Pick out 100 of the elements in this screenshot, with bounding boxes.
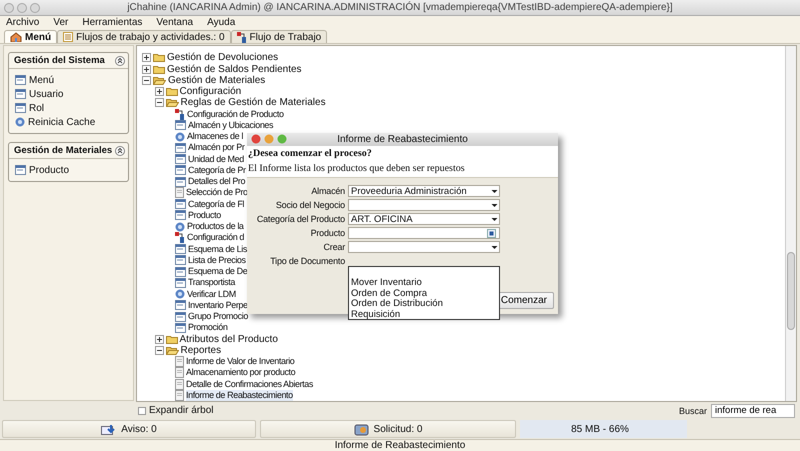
dialog-question: ¿Desea comenzar el proceso? [248, 148, 373, 159]
window-icon [175, 312, 186, 322]
window-icon [15, 89, 26, 99]
folder-item[interactable]: Reglas de Gestión de Materiales [180, 97, 326, 108]
expand-icon[interactable] [154, 87, 164, 96]
window-icon [175, 165, 186, 176]
gear-icon [175, 289, 185, 300]
folder-item[interactable]: Configuración [180, 86, 242, 98]
menu-item[interactable]: Esquema de De [188, 266, 248, 278]
document-icon [175, 187, 184, 198]
menu-item[interactable]: Esquema de Lis [188, 244, 247, 255]
folder-item[interactable]: Gestión de Devoluciones [167, 52, 278, 64]
tab[interactable]: Flujos de trabajo y actividades.: 0 [57, 30, 231, 43]
menu-item[interactable]: Almacén y Ubicaciones [188, 120, 274, 131]
search-field[interactable]: informe de rea [711, 404, 795, 418]
lookup-icon[interactable] [487, 228, 496, 238]
collapse-icon[interactable] [115, 146, 125, 156]
sidebar-item[interactable]: Menú [29, 74, 54, 86]
field-label: Socio del Negocio [274, 200, 345, 210]
menu-item[interactable]: Verificar LDM [187, 288, 236, 300]
window-icon [15, 165, 26, 175]
open-folder-icon [153, 76, 166, 85]
menu-item[interactable]: Promoción [188, 322, 228, 334]
open-folder-icon [166, 98, 178, 108]
field-label: Producto [310, 228, 345, 238]
folder-item[interactable]: Gestión de Saldos Pendientes [167, 64, 302, 75]
menu-item[interactable]: Detalles del Pro [188, 176, 246, 188]
menu-item[interactable]: Informe de Reabastecimiento [186, 390, 293, 401]
list-icon [63, 32, 74, 42]
folder-item[interactable]: Reportes [180, 344, 222, 356]
menu-item[interactable]: Archivo [6, 17, 40, 28]
menu-item[interactable]: Categoría de Pr [188, 164, 246, 176]
menu-item[interactable]: Ayuda [207, 17, 236, 28]
field-label: Categoría del Producto [256, 214, 345, 224]
group-title: Gestión de Materiales [14, 145, 112, 156]
field-label: Almacén [310, 186, 345, 196]
window-icon [15, 103, 26, 113]
menu-item[interactable]: Configuración d [187, 232, 244, 244]
request-icon [354, 422, 370, 436]
expand-icon[interactable] [142, 64, 151, 74]
checkbox[interactable] [138, 406, 146, 415]
dialog-title: Informe de Reabastecimiento [336, 134, 469, 145]
menu-item[interactable]: Transportista [188, 277, 235, 288]
expand-icon[interactable] [154, 334, 164, 344]
menu-item[interactable]: Lista de Precios [188, 254, 246, 266]
menu-item[interactable]: Ventana [156, 17, 194, 28]
lookup-field[interactable] [348, 227, 500, 239]
menu-item[interactable]: Configuración de Producto [187, 108, 284, 120]
menu-item[interactable]: Almacenamiento por producto [186, 367, 296, 378]
tab[interactable]: Menú [4, 30, 58, 43]
menu-item[interactable]: Inventario Perpe [188, 300, 248, 311]
menu-item[interactable]: Detalle de Confirmaciones Abiertas [186, 378, 313, 390]
gear-icon [15, 117, 25, 127]
window-icon [175, 176, 186, 187]
combo-field[interactable] [348, 241, 500, 253]
notice-status[interactable]: Aviso: 0 [2, 420, 256, 438]
folder-item[interactable]: Atributos del Producto [180, 334, 278, 345]
sidebar-item[interactable]: Rol [29, 102, 44, 114]
menu-item[interactable]: Categoría de Fl [188, 198, 244, 210]
menu-item[interactable]: Grupo Promocio [188, 311, 248, 322]
combo-field[interactable]: ART. OFICINA [348, 213, 500, 225]
dropdown-option[interactable]: Requisición [349, 308, 499, 319]
scrollbar[interactable] [785, 46, 796, 402]
combo-field[interactable]: Proveeduria Administración [348, 185, 500, 197]
gear-icon [175, 222, 185, 232]
workflow-icon [175, 232, 185, 244]
window-icon [15, 75, 26, 85]
collapse-icon[interactable] [142, 76, 151, 85]
menu-item[interactable]: Producto [188, 210, 221, 221]
document-icon [175, 356, 184, 368]
dropdown-option[interactable]: Mover Inventario [349, 277, 499, 288]
menu-item[interactable]: Almacén por Pr [188, 142, 244, 154]
collapse-icon[interactable] [154, 346, 164, 355]
menu-item[interactable]: Productos de la [187, 221, 244, 232]
folder-item[interactable]: Gestión de Materiales [168, 74, 266, 86]
tab[interactable]: Flujo de Trabajo [230, 30, 328, 43]
envelope-icon [101, 424, 118, 434]
sidebar-item[interactable]: Usuario [29, 88, 64, 100]
window-icon [175, 300, 186, 310]
menu-item[interactable]: Herramientas [82, 17, 142, 28]
window-icon [175, 210, 186, 220]
collapse-icon[interactable] [154, 98, 164, 108]
collapse-icon[interactable] [115, 56, 125, 66]
menu-item[interactable]: Almacenes de l [187, 131, 243, 142]
field-label: Tipo de Documento [269, 256, 345, 266]
expand-icon[interactable] [142, 53, 151, 62]
menu-item[interactable]: Unidad de Med [188, 154, 244, 165]
window-icon [175, 154, 186, 164]
window-icon [175, 278, 186, 288]
menu-item[interactable]: Informe de Valor de Inventario [186, 356, 294, 368]
sidebar-item[interactable]: Reinicia Cache [28, 116, 96, 128]
field-label: Crear [322, 242, 345, 252]
menu-item[interactable]: Ver [53, 17, 68, 28]
request-status[interactable]: Solicitud: 0 [260, 420, 516, 438]
window-title: jChahine (IANCARINA Admin) @ IANCARINA.ADMINISTRACIÓN [vmadempiereqa{VMTestIBD-adempiereQA-adempiere}] [126, 2, 674, 13]
folder-icon [166, 87, 178, 96]
combo-field[interactable] [348, 199, 500, 211]
window-icon [175, 142, 186, 153]
sidebar-item[interactable]: Producto [29, 164, 70, 176]
workflow-icon [175, 108, 185, 120]
